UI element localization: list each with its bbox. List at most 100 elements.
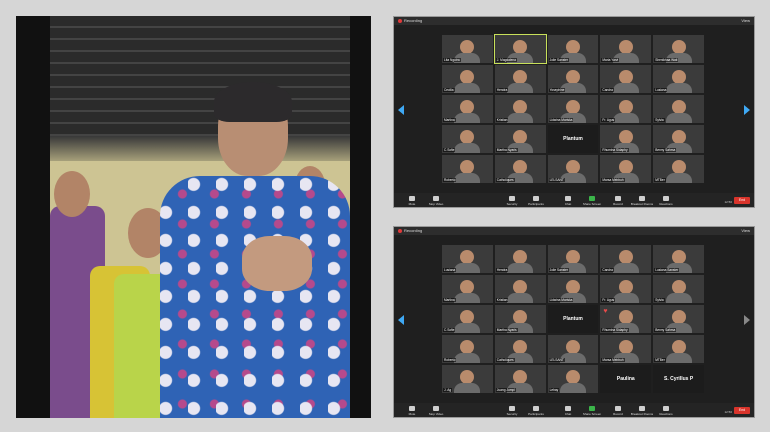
toolbar-label: Breakout Rooms bbox=[630, 202, 654, 206]
participant-name: Lita Ngutra bbox=[443, 58, 461, 62]
participant-tile[interactable]: Lita Ngutra bbox=[442, 35, 493, 63]
participant-tile[interactable]: C.Sofie bbox=[442, 305, 493, 333]
participant-name: Hendra bbox=[495, 88, 509, 92]
participant-tile[interactable]: Martina bbox=[442, 275, 493, 303]
participant-face bbox=[618, 160, 633, 174]
participant-tile[interactable]: Lusiana bbox=[653, 65, 704, 93]
participant-body bbox=[454, 323, 481, 333]
participant-tile[interactable]: C.Sofie bbox=[442, 125, 493, 153]
participant-tile[interactable]: MTBer bbox=[653, 155, 704, 183]
participant-tile[interactable]: Fr. Agus bbox=[600, 95, 652, 123]
participant-tile[interactable]: LELSANT bbox=[547, 155, 599, 183]
toolbar-button-reactions[interactable]: Reactions bbox=[652, 406, 680, 416]
participant-body bbox=[612, 263, 639, 273]
participant-tile[interactable]: Fr. Agus bbox=[600, 275, 652, 303]
participant-tile[interactable]: Roberto bbox=[442, 155, 493, 183]
participant-tile[interactable]: Juang Jumpi bbox=[494, 365, 546, 393]
participant-tile[interactable]: Marsa Mebbuh bbox=[600, 335, 652, 363]
toolbar-button-stop-video[interactable]: Stop Video bbox=[422, 196, 450, 206]
view-button[interactable]: View bbox=[741, 18, 750, 23]
participant-name: Catholiques bbox=[495, 358, 515, 362]
participant-body bbox=[454, 83, 481, 93]
participants-icon bbox=[533, 406, 539, 411]
participant-tile[interactable]: Kristian bbox=[494, 275, 546, 303]
participant-tile[interactable]: Benny Sahma bbox=[653, 305, 704, 333]
participant-name: Lidwina Mariska bbox=[548, 118, 574, 122]
participant-tile[interactable]: MTBer bbox=[653, 335, 704, 363]
toolbar-button-share-screen[interactable]: Share Screen bbox=[578, 406, 606, 416]
participant-tile[interactable]: Roberto bbox=[442, 335, 493, 363]
participant-tile[interactable]: Lusiana Sanster bbox=[653, 245, 704, 273]
participant-tile[interactable]: Lidwina Mariska bbox=[547, 275, 599, 303]
participant-tile[interactable]: Hendra bbox=[494, 65, 546, 93]
participant-tile[interactable]: Lidwina Mariska bbox=[547, 95, 599, 123]
participant-tile[interactable]: J. Magdalena bbox=[493, 34, 547, 64]
clock-time: 12:50 bbox=[724, 200, 732, 204]
toolbar-button-participants[interactable]: Participants bbox=[522, 196, 550, 206]
participant-tile[interactable]: Maria Yarvi bbox=[600, 35, 652, 63]
participant-tile[interactable]: Candra bbox=[600, 65, 652, 93]
participant-face bbox=[460, 70, 475, 84]
participant-tile[interactable]: Benny Sahma bbox=[653, 125, 704, 153]
end-meeting-button[interactable]: End bbox=[734, 197, 750, 204]
participant-tile[interactable]: Jolie Sanster bbox=[547, 245, 599, 273]
participant-tile[interactable]: Catholiques bbox=[494, 335, 546, 363]
participant-face bbox=[671, 280, 686, 294]
participant-tile[interactable]: J. Ag bbox=[442, 365, 493, 393]
toolbar-button-stop-video[interactable]: Stop Video bbox=[422, 406, 450, 416]
participant-name: Kristian bbox=[495, 118, 509, 122]
participant-body bbox=[612, 113, 639, 123]
participant-name: Martha Nyaris bbox=[495, 328, 518, 332]
participant-tile[interactable]: Rhumina Sidaphy bbox=[600, 125, 652, 153]
participant-body bbox=[507, 83, 534, 93]
participant-tile[interactable]: Sylvia bbox=[653, 95, 704, 123]
participant-tile[interactable]: Cecilia bbox=[442, 65, 493, 93]
clock-time: 12:50 bbox=[724, 410, 732, 414]
next-page-arrow-icon[interactable] bbox=[744, 105, 750, 115]
participant-name: J. Magdalena bbox=[495, 58, 517, 62]
participant-body bbox=[507, 263, 534, 273]
participant-tile[interactable]: Plantum bbox=[547, 305, 599, 333]
participant-tile[interactable]: Paulina bbox=[600, 365, 652, 393]
participant-face bbox=[513, 40, 528, 54]
toolbar-label: Chat bbox=[564, 202, 572, 206]
participant-face bbox=[513, 310, 528, 324]
participant-tile[interactable]: Plantum bbox=[547, 125, 599, 153]
participant-tile[interactable]: Martha Nyaris bbox=[494, 305, 546, 333]
toolbar-button-participants[interactable]: Participants bbox=[522, 406, 550, 416]
toolbar-button-share-screen[interactable]: Share Screen bbox=[578, 196, 606, 206]
participant-face bbox=[513, 100, 528, 114]
participant-tile[interactable]: Martha Nyaris bbox=[494, 125, 546, 153]
participant-tile[interactable]: Yosephine bbox=[547, 65, 599, 93]
participant-tile[interactable]: Catholiques bbox=[494, 155, 546, 183]
participant-face bbox=[513, 130, 528, 144]
participant-tile[interactable]: Rhumina Sidaphy ♥ bbox=[600, 305, 652, 333]
participant-tile[interactable]: LELSANT bbox=[547, 335, 599, 363]
participant-tile[interactable]: S. Cyrillus P bbox=[653, 365, 704, 393]
end-meeting-button[interactable]: End bbox=[734, 407, 750, 414]
view-button[interactable]: View bbox=[741, 228, 750, 233]
participant-tile[interactable]: Jolie Sanster bbox=[547, 35, 599, 63]
next-page-arrow-icon[interactable] bbox=[744, 315, 750, 325]
participant-tile[interactable]: Hendra bbox=[494, 245, 546, 273]
participant-tile[interactable]: Lehay bbox=[547, 365, 599, 393]
video-feed-panel bbox=[16, 16, 371, 418]
participant-tile[interactable]: Sylvia bbox=[653, 275, 704, 303]
prev-page-arrow-icon[interactable] bbox=[398, 105, 404, 115]
prev-page-arrow-icon[interactable] bbox=[398, 315, 404, 325]
participant-tile[interactable]: Candra bbox=[600, 245, 652, 273]
participant-tile[interactable]: Marsa Mebbuh bbox=[600, 155, 652, 183]
participant-body bbox=[454, 263, 481, 273]
praying-woman bbox=[160, 82, 350, 418]
participant-tile[interactable]: Martina bbox=[442, 95, 493, 123]
record-icon bbox=[615, 196, 621, 201]
participant-face bbox=[565, 70, 580, 84]
participant-tile[interactable]: Kristian bbox=[494, 95, 546, 123]
participants-icon bbox=[533, 196, 539, 201]
participant-tile[interactable]: Shenikhaa Wati bbox=[653, 35, 704, 63]
participant-name: Jolie Sanster bbox=[548, 58, 570, 62]
toolbar-label: Stop Video bbox=[428, 412, 444, 416]
toolbar-button-reactions[interactable]: Reactions bbox=[652, 196, 680, 206]
participant-tile[interactable]: Lusiana bbox=[442, 245, 493, 273]
zoom-window-bottom: Recording View Lusiana Hendra Jolie Sanste… bbox=[393, 226, 755, 418]
